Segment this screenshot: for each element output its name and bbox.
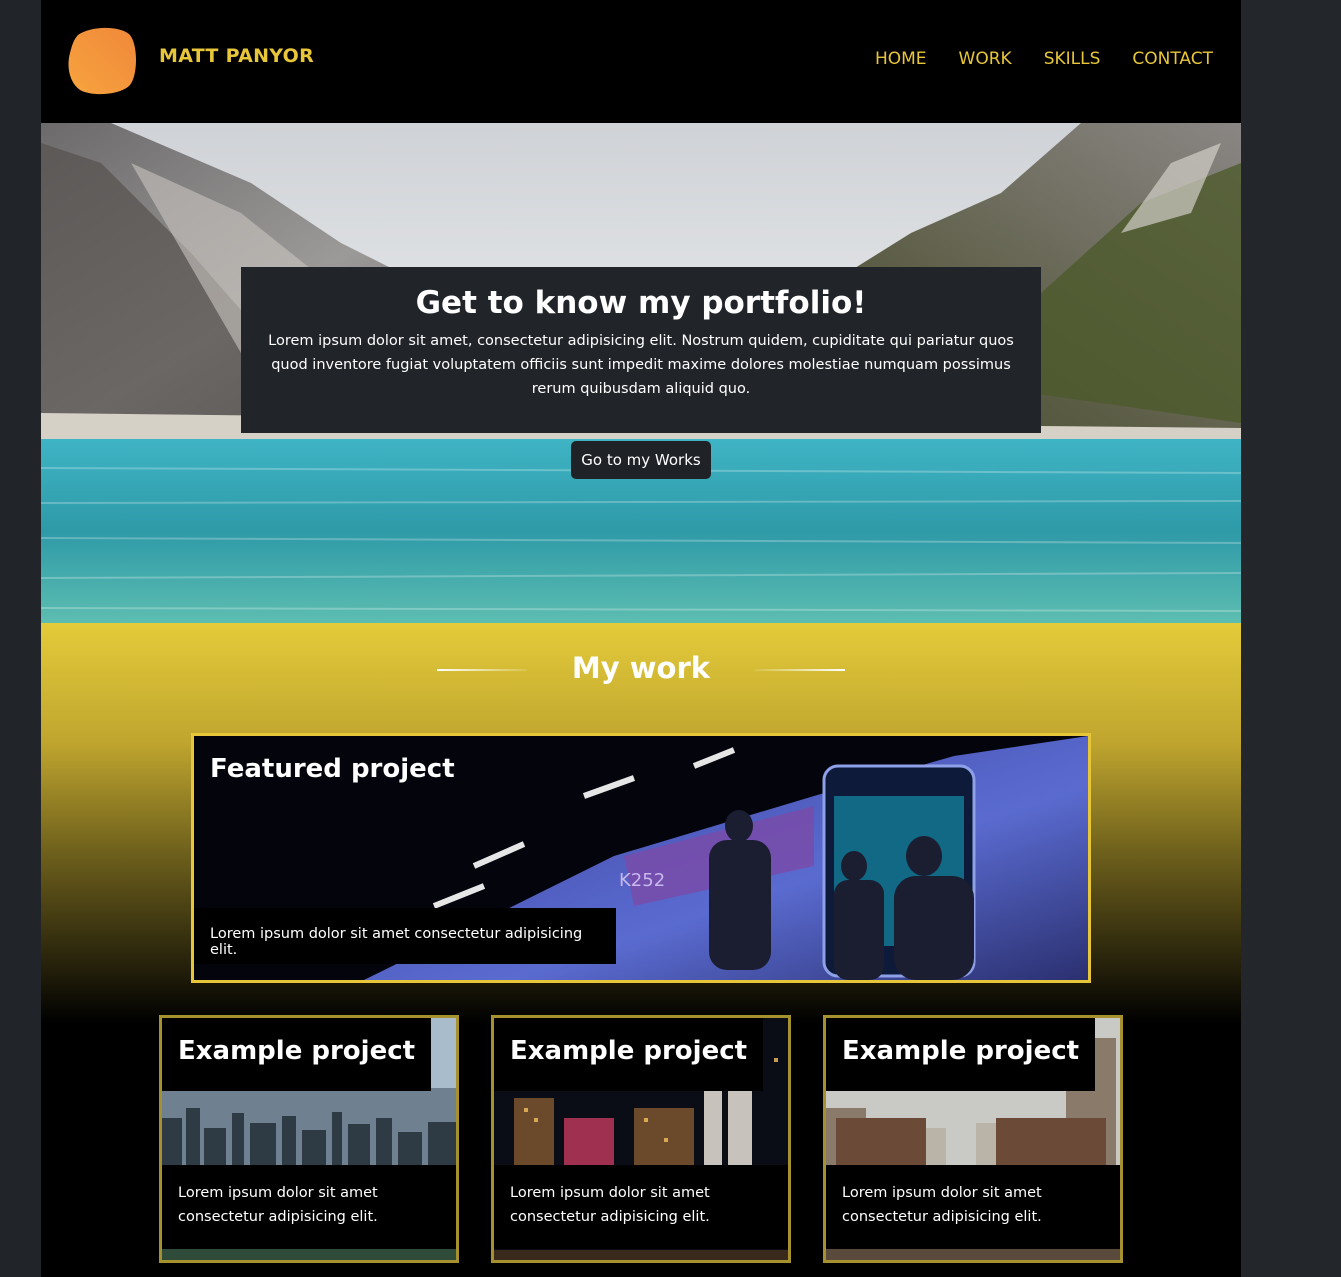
nav-work[interactable]: WORK bbox=[959, 49, 1012, 69]
project-3-description: Lorem ipsum dolor sit amet consectetur a… bbox=[826, 1165, 1120, 1249]
featured-project-description: Lorem ipsum dolor sit amet consectetur a… bbox=[194, 908, 616, 964]
page-background-strip bbox=[1241, 0, 1341, 1277]
go-to-works-button[interactable]: Go to my Works bbox=[571, 441, 711, 479]
brand-name[interactable]: MATT PANYOR bbox=[159, 45, 314, 67]
main-nav: HOME WORK SKILLS CONTACT bbox=[875, 49, 1213, 69]
project-1-description: Lorem ipsum dolor sit amet consectetur a… bbox=[162, 1165, 456, 1249]
project-card-3[interactable]: Example project Lorem ipsum dolor sit am… bbox=[823, 1015, 1123, 1263]
project-card-2[interactable]: Example project Lorem ipsum dolor sit am… bbox=[491, 1015, 791, 1263]
featured-project-card[interactable]: K252 Featured project Lorem ipsum dolor … bbox=[191, 733, 1091, 983]
work-section: My work K252 Featured project Lorem ipsu… bbox=[41, 623, 1241, 1277]
title-divider-right bbox=[755, 669, 845, 671]
nav-contact[interactable]: CONTACT bbox=[1132, 49, 1213, 69]
hero-title: Get to know my portfolio! bbox=[415, 285, 867, 321]
hero-description: Lorem ipsum dolor sit amet, consectetur … bbox=[268, 333, 1014, 397]
project-3-title: Example project bbox=[826, 1018, 1096, 1091]
nav-home[interactable]: HOME bbox=[875, 49, 927, 69]
nav-skills[interactable]: SKILLS bbox=[1044, 49, 1101, 69]
project-1-title: Example project bbox=[162, 1018, 432, 1091]
work-title: My work bbox=[571, 651, 711, 685]
project-2-title: Example project bbox=[494, 1018, 764, 1091]
project-2-description: Lorem ipsum dolor sit amet consectetur a… bbox=[494, 1165, 788, 1249]
featured-project-title: Featured project bbox=[210, 754, 455, 784]
hero-text-box: Get to know my portfolio! Lorem ipsum do… bbox=[241, 267, 1041, 433]
hero-section: Get to know my portfolio! Lorem ipsum do… bbox=[41, 123, 1241, 623]
page: MATT PANYOR HOME WORK SKILLS CONTACT Get… bbox=[41, 0, 1241, 1277]
site-header: MATT PANYOR HOME WORK SKILLS CONTACT bbox=[41, 0, 1241, 123]
train-number: K252 bbox=[619, 870, 665, 891]
logo-blob-icon[interactable] bbox=[68, 27, 138, 95]
project-card-1[interactable]: Example project Lorem ipsum dolor sit am… bbox=[159, 1015, 459, 1263]
